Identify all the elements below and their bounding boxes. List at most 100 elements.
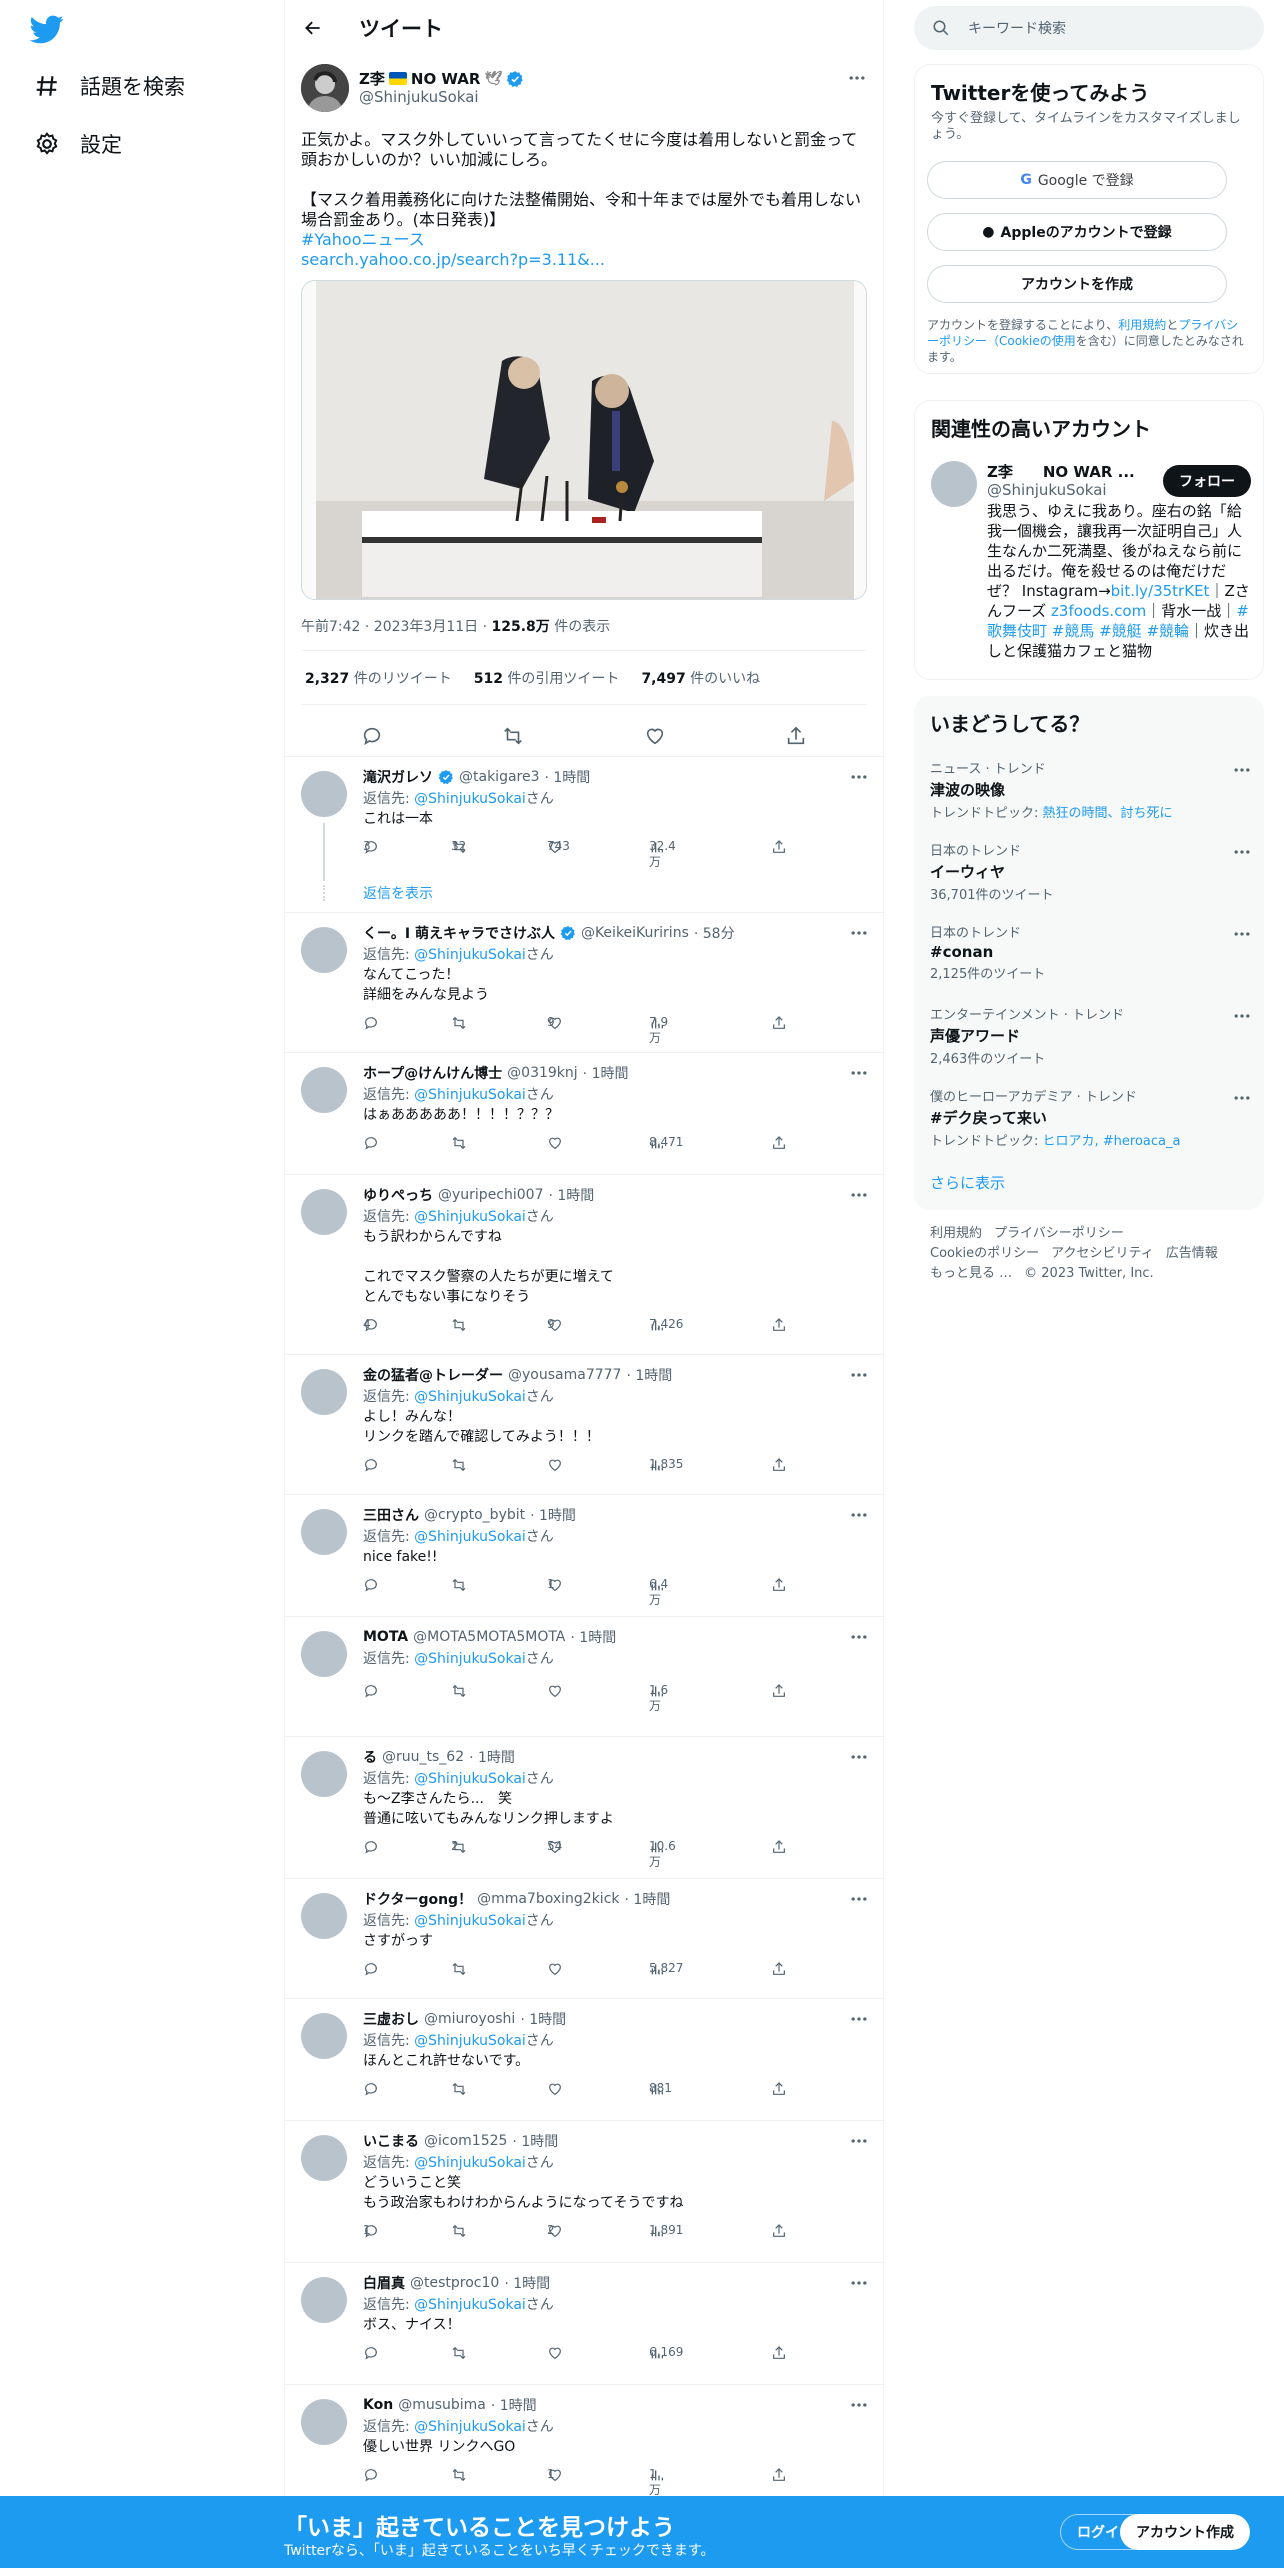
views-button[interactable]: 10.6万	[649, 1839, 676, 1869]
trend-topic-link[interactable]: ヒロアカ, #heroaca_a	[1043, 1134, 1181, 1149]
terms-link[interactable]: 利用規約	[1118, 318, 1166, 332]
reply-to-user-link[interactable]: @ShinjukuSokai	[414, 1913, 526, 1929]
reply-time[interactable]: · 1時間	[626, 1365, 672, 1385]
share-icon[interactable]	[785, 725, 807, 747]
reply-button[interactable]: 4	[363, 1317, 379, 1333]
show-replies-link[interactable]: 返信を表示	[363, 883, 433, 903]
more-icon[interactable]	[847, 68, 867, 88]
share-button[interactable]	[771, 2467, 787, 2483]
reply-time[interactable]: · 1時間	[512, 2131, 558, 2151]
create-account-button[interactable]: アカウントを作成	[927, 265, 1227, 303]
reply-to-user-link[interactable]: @ShinjukuSokai	[414, 1209, 526, 1225]
reply-author-name[interactable]: 金の猛者@トレーダー	[363, 1365, 503, 1385]
reply-button[interactable]	[363, 1015, 379, 1031]
retweet-icon[interactable]	[502, 725, 524, 747]
views-button[interactable]: 1万	[649, 2467, 665, 2497]
more-icon[interactable]	[849, 1889, 869, 1909]
reply-author-name[interactable]: ドクターgong！	[363, 1889, 472, 1909]
reply-time[interactable]: · 1時間	[625, 1889, 671, 1909]
views-button[interactable]: 6,169	[649, 2345, 683, 2361]
reply-tweet[interactable]: 三田さん @crypto_bybit · 1時間 返信先: @ShinjukuSoka…	[285, 1494, 885, 1616]
like-button[interactable]: 1	[547, 1577, 563, 1593]
more-icon[interactable]	[1232, 842, 1252, 862]
reply-author-handle[interactable]: @yousama7777	[508, 1367, 621, 1383]
reply-tweet[interactable]: Kon @musubima · 1時間 返信先: @ShinjukuSokaiさん 優し…	[285, 2384, 885, 2497]
reply-author-handle[interactable]: @icom1525	[424, 2133, 507, 2149]
avatar[interactable]	[301, 2135, 347, 2181]
reply-author-handle[interactable]: @miuroyoshi	[424, 2011, 515, 2027]
reply-to-user-link[interactable]: @ShinjukuSokai	[414, 1771, 526, 1787]
avatar[interactable]	[301, 1369, 347, 1415]
reply-tweet[interactable]: ホープ@けんけん博士 @0319knj · 1時間 返信先: @ShinjukuSok…	[285, 1052, 885, 1174]
search-input[interactable]: キーワード検索	[968, 18, 1066, 38]
footer-privacy[interactable]: プライバシーポリシー	[994, 1226, 1124, 1241]
retweet-button[interactable]	[451, 2223, 467, 2239]
twitter-logo-icon[interactable]	[30, 12, 64, 46]
reply-author-handle[interactable]: @yuripechi007	[438, 1187, 544, 1203]
views-button[interactable]: 7,426	[649, 1317, 683, 1333]
reply-time[interactable]: · 1時間	[570, 1627, 616, 1647]
views-button[interactable]: 5,827	[649, 1961, 683, 1977]
reply-tweet[interactable]: ドクターgong！ @mma7boxing2kick · 1時間 返信先: @Shin…	[285, 1878, 885, 1998]
reply-to-user-link[interactable]: @ShinjukuSokai	[414, 2155, 526, 2171]
like-button[interactable]: 2	[547, 2223, 563, 2239]
more-icon[interactable]	[849, 2131, 869, 2151]
reply-author-name[interactable]: いこまる	[363, 2131, 419, 2151]
retweet-button[interactable]	[451, 1683, 467, 1699]
like-button[interactable]	[547, 1457, 563, 1473]
more-icon[interactable]	[849, 2273, 869, 2293]
footer-ads[interactable]: 広告情報	[1166, 1246, 1218, 1261]
reply-tweet[interactable]: 滝沢ガレソ @takigare3 · 1時間 返信先: @ShinjukuSokaiさ…	[285, 756, 885, 912]
reply-to-user-link[interactable]: @ShinjukuSokai	[414, 2297, 526, 2313]
like-icon[interactable]	[644, 725, 666, 747]
reply-button[interactable]	[363, 1683, 379, 1699]
reply-author-name[interactable]: ゆりぺっち	[363, 1185, 433, 1205]
back-arrow-icon[interactable]	[303, 18, 323, 38]
like-button[interactable]	[547, 2081, 563, 2097]
reply-to-user-link[interactable]: @ShinjukuSokai	[414, 947, 526, 963]
reply-button[interactable]	[363, 1135, 379, 1151]
more-icon[interactable]	[849, 1747, 869, 1767]
bio-link[interactable]: bit.ly/35trKEt	[1111, 582, 1210, 600]
reply-author-handle[interactable]: @0319knj	[507, 1065, 578, 1081]
reply-button[interactable]	[363, 1457, 379, 1473]
reply-to-user-link[interactable]: @ShinjukuSokai	[414, 2033, 526, 2049]
reply-icon[interactable]	[361, 725, 383, 747]
hashtag-link[interactable]: #Yahooニュース	[301, 230, 867, 250]
more-icon[interactable]	[849, 767, 869, 787]
retweet-button[interactable]	[451, 2081, 467, 2097]
avatar[interactable]	[301, 64, 349, 112]
more-icon[interactable]	[849, 1505, 869, 1525]
reply-author-name[interactable]: MOTA	[363, 1629, 408, 1645]
more-icon[interactable]	[849, 923, 869, 943]
reply-author-handle[interactable]: @KeikeiKuririns	[581, 925, 689, 941]
views-button[interactable]: 1,891	[649, 2223, 683, 2239]
reply-button[interactable]: 1	[363, 2223, 379, 2239]
share-button[interactable]	[771, 839, 787, 855]
reply-tweet[interactable]: いこまる @icom1525 · 1時間 返信先: @ShinjukuSokaiさんど…	[285, 2120, 885, 2262]
trend-topic-link[interactable]: 熱狂の時間、討ち死に	[1043, 806, 1173, 821]
share-button[interactable]	[771, 1961, 787, 1977]
like-button[interactable]	[547, 1135, 563, 1151]
share-button[interactable]	[771, 1577, 787, 1593]
like-button[interactable]	[547, 1961, 563, 1977]
reply-to-user-link[interactable]: @ShinjukuSokai	[414, 1087, 526, 1103]
reply-time[interactable]: · 58分	[694, 923, 735, 943]
reply-button[interactable]: 3	[363, 839, 379, 855]
share-button[interactable]	[771, 1317, 787, 1333]
avatar[interactable]	[301, 1189, 347, 1235]
quote-count-link[interactable]: 512 件の引用ツイート	[474, 668, 620, 688]
avatar[interactable]	[301, 2277, 347, 2323]
author-name[interactable]: Z李 NO WAR 🕊	[359, 68, 524, 89]
reply-author-name[interactable]: 三虚おし	[363, 2009, 419, 2029]
share-button[interactable]	[771, 1135, 787, 1151]
reply-button[interactable]	[363, 1961, 379, 1977]
reply-button[interactable]	[363, 1839, 379, 1855]
reply-to-user-link[interactable]: @ShinjukuSokai	[414, 2419, 526, 2435]
reply-time[interactable]: · 1時間	[530, 1505, 576, 1525]
like-button[interactable]: 743	[547, 839, 570, 855]
reply-author-name[interactable]: 三田さん	[363, 1505, 419, 1525]
share-button[interactable]	[771, 2223, 787, 2239]
reply-time[interactable]: · 1時間	[549, 1185, 595, 1205]
avatar[interactable]	[931, 461, 977, 507]
